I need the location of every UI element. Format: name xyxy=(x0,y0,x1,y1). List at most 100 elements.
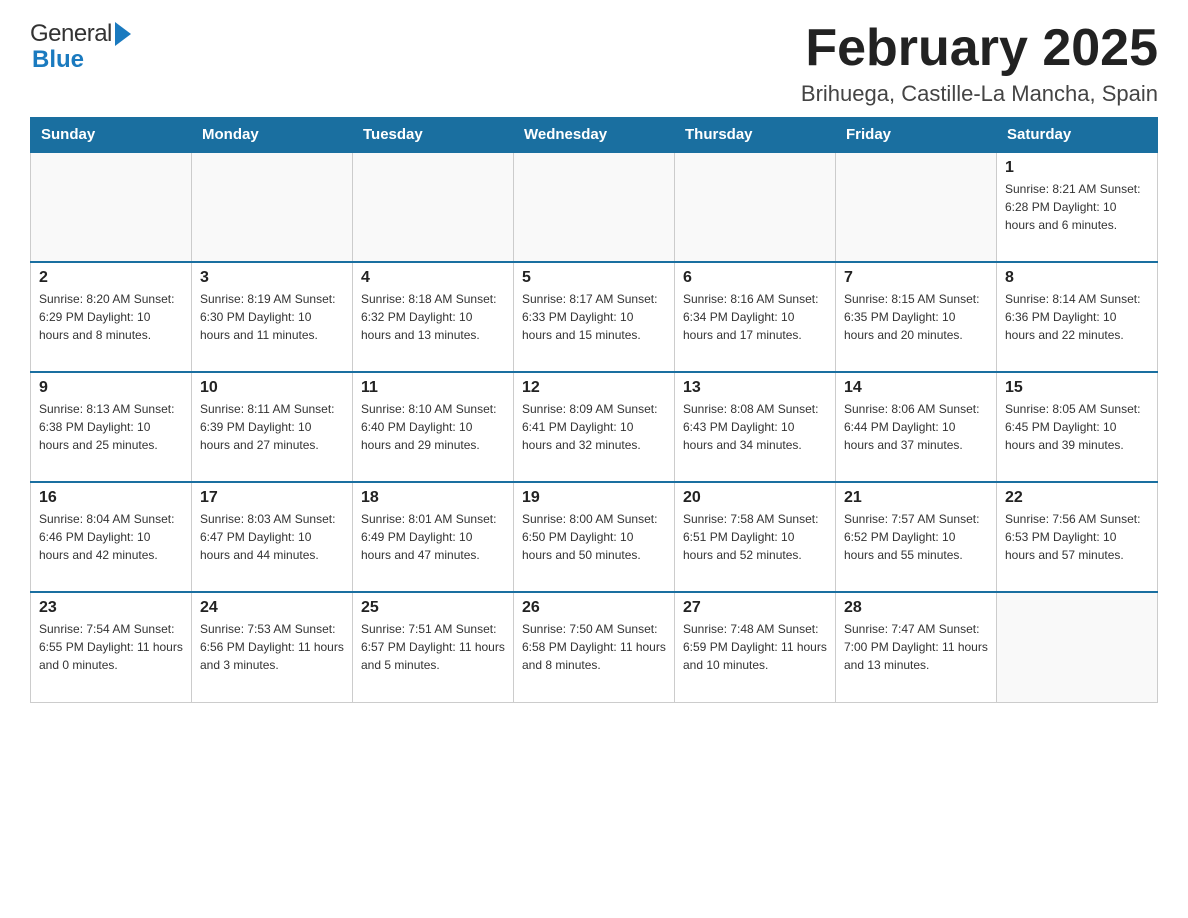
day-number: 2 xyxy=(39,269,183,287)
calendar-cell: 21Sunrise: 7:57 AM Sunset: 6:52 PM Dayli… xyxy=(836,482,997,592)
day-info: Sunrise: 8:16 AM Sunset: 6:34 PM Dayligh… xyxy=(683,290,827,344)
day-number: 15 xyxy=(1005,379,1149,397)
calendar-header-sunday: Sunday xyxy=(31,118,192,153)
day-number: 7 xyxy=(844,269,988,287)
day-info: Sunrise: 8:18 AM Sunset: 6:32 PM Dayligh… xyxy=(361,290,505,344)
calendar-cell xyxy=(836,152,997,262)
calendar-cell: 8 Sunrise: 8:14 AM Sunset: 6:36 PM Daylig… xyxy=(997,262,1158,372)
day-info: Sunrise: 8:05 AM Sunset: 6:45 PM Dayligh… xyxy=(1005,400,1149,454)
calendar-cell xyxy=(514,152,675,262)
day-number: 28 xyxy=(844,599,988,617)
calendar-cell: 20Sunrise: 7:58 AM Sunset: 6:51 PM Dayli… xyxy=(675,482,836,592)
day-number: 14 xyxy=(844,379,988,397)
day-number: 17 xyxy=(200,489,344,507)
calendar-cell: 2 Sunrise: 8:20 AM Sunset: 6:29 PM Daylig… xyxy=(31,262,192,372)
calendar-cell: 4 Sunrise: 8:18 AM Sunset: 6:32 PM Daylig… xyxy=(353,262,514,372)
day-info: Sunrise: 7:58 AM Sunset: 6:51 PM Dayligh… xyxy=(683,510,827,564)
day-info: Sunrise: 7:50 AM Sunset: 6:58 PM Dayligh… xyxy=(522,620,666,674)
title-block: February 2025 Brihuega, Castille-La Manc… xyxy=(801,20,1158,107)
calendar-cell: 12Sunrise: 8:09 AM Sunset: 6:41 PM Dayli… xyxy=(514,372,675,482)
calendar-cell: 13Sunrise: 8:08 AM Sunset: 6:43 PM Dayli… xyxy=(675,372,836,482)
day-info: Sunrise: 7:53 AM Sunset: 6:56 PM Dayligh… xyxy=(200,620,344,674)
day-number: 21 xyxy=(844,489,988,507)
day-number: 4 xyxy=(361,269,505,287)
calendar-cell: 1 Sunrise: 8:21 AM Sunset: 6:28 PM Daylig… xyxy=(997,152,1158,262)
day-info: Sunrise: 7:48 AM Sunset: 6:59 PM Dayligh… xyxy=(683,620,827,674)
calendar-cell xyxy=(997,592,1158,702)
day-number: 5 xyxy=(522,269,666,287)
calendar-week-row: 1 Sunrise: 8:21 AM Sunset: 6:28 PM Daylig… xyxy=(31,152,1158,262)
calendar-cell: 27 Sunrise: 7:48 AM Sunset: 6:59 PM Dayli… xyxy=(675,592,836,702)
logo-arrow-icon xyxy=(115,22,131,46)
location-subtitle: Brihuega, Castille-La Mancha, Spain xyxy=(801,81,1158,107)
calendar-cell xyxy=(353,152,514,262)
day-number: 25 xyxy=(361,599,505,617)
calendar-week-row: 9 Sunrise: 8:13 AM Sunset: 6:38 PM Daylig… xyxy=(31,372,1158,482)
calendar-cell: 16 Sunrise: 8:04 AM Sunset: 6:46 PM Dayli… xyxy=(31,482,192,592)
calendar-cell xyxy=(192,152,353,262)
day-number: 19 xyxy=(522,489,666,507)
day-info: Sunrise: 8:20 AM Sunset: 6:29 PM Dayligh… xyxy=(39,290,183,344)
calendar-week-row: 23 Sunrise: 7:54 AM Sunset: 6:55 PM Dayli… xyxy=(31,592,1158,702)
logo: General Blue xyxy=(30,20,131,74)
calendar-header-monday: Monday xyxy=(192,118,353,153)
calendar-cell: 15 Sunrise: 8:05 AM Sunset: 6:45 PM Dayli… xyxy=(997,372,1158,482)
calendar-cell: 7 Sunrise: 8:15 AM Sunset: 6:35 PM Daylig… xyxy=(836,262,997,372)
day-number: 27 xyxy=(683,599,827,617)
day-number: 22 xyxy=(1005,489,1149,507)
day-info: Sunrise: 8:06 AM Sunset: 6:44 PM Dayligh… xyxy=(844,400,988,454)
day-info: Sunrise: 7:54 AM Sunset: 6:55 PM Dayligh… xyxy=(39,620,183,674)
calendar-cell: 5Sunrise: 8:17 AM Sunset: 6:33 PM Daylig… xyxy=(514,262,675,372)
day-number: 10 xyxy=(200,379,344,397)
calendar-cell: 14 Sunrise: 8:06 AM Sunset: 6:44 PM Dayli… xyxy=(836,372,997,482)
calendar-cell: 18Sunrise: 8:01 AM Sunset: 6:49 PM Dayli… xyxy=(353,482,514,592)
day-number: 23 xyxy=(39,599,183,617)
day-info: Sunrise: 8:11 AM Sunset: 6:39 PM Dayligh… xyxy=(200,400,344,454)
page-header: General Blue February 2025 Brihuega, Cas… xyxy=(30,20,1158,107)
calendar-cell xyxy=(675,152,836,262)
calendar-week-row: 2 Sunrise: 8:20 AM Sunset: 6:29 PM Daylig… xyxy=(31,262,1158,372)
day-number: 8 xyxy=(1005,269,1149,287)
day-info: Sunrise: 8:21 AM Sunset: 6:28 PM Dayligh… xyxy=(1005,180,1149,234)
day-number: 11 xyxy=(361,379,505,397)
calendar-cell: 28 Sunrise: 7:47 AM Sunset: 7:00 PM Dayli… xyxy=(836,592,997,702)
calendar-header-wednesday: Wednesday xyxy=(514,118,675,153)
calendar-header-friday: Friday xyxy=(836,118,997,153)
day-info: Sunrise: 8:00 AM Sunset: 6:50 PM Dayligh… xyxy=(522,510,666,564)
day-info: Sunrise: 8:03 AM Sunset: 6:47 PM Dayligh… xyxy=(200,510,344,564)
day-info: Sunrise: 7:56 AM Sunset: 6:53 PM Dayligh… xyxy=(1005,510,1149,564)
day-number: 13 xyxy=(683,379,827,397)
day-number: 6 xyxy=(683,269,827,287)
calendar-header-thursday: Thursday xyxy=(675,118,836,153)
day-info: Sunrise: 8:04 AM Sunset: 6:46 PM Dayligh… xyxy=(39,510,183,564)
day-number: 12 xyxy=(522,379,666,397)
calendar-cell: 24Sunrise: 7:53 AM Sunset: 6:56 PM Dayli… xyxy=(192,592,353,702)
calendar-cell: 10 Sunrise: 8:11 AM Sunset: 6:39 PM Dayli… xyxy=(192,372,353,482)
calendar-cell: 9 Sunrise: 8:13 AM Sunset: 6:38 PM Daylig… xyxy=(31,372,192,482)
logo-general-text: General xyxy=(30,20,112,48)
day-info: Sunrise: 7:47 AM Sunset: 7:00 PM Dayligh… xyxy=(844,620,988,674)
calendar-cell: 11 Sunrise: 8:10 AM Sunset: 6:40 PM Dayli… xyxy=(353,372,514,482)
calendar-cell: 23 Sunrise: 7:54 AM Sunset: 6:55 PM Dayli… xyxy=(31,592,192,702)
calendar-cell: 3 Sunrise: 8:19 AM Sunset: 6:30 PM Daylig… xyxy=(192,262,353,372)
day-number: 16 xyxy=(39,489,183,507)
day-info: Sunrise: 8:01 AM Sunset: 6:49 PM Dayligh… xyxy=(361,510,505,564)
day-info: Sunrise: 8:19 AM Sunset: 6:30 PM Dayligh… xyxy=(200,290,344,344)
calendar-header-saturday: Saturday xyxy=(997,118,1158,153)
day-info: Sunrise: 8:14 AM Sunset: 6:36 PM Dayligh… xyxy=(1005,290,1149,344)
calendar-header-tuesday: Tuesday xyxy=(353,118,514,153)
day-info: Sunrise: 8:13 AM Sunset: 6:38 PM Dayligh… xyxy=(39,400,183,454)
month-title: February 2025 xyxy=(801,20,1158,77)
calendar-week-row: 16 Sunrise: 8:04 AM Sunset: 6:46 PM Dayli… xyxy=(31,482,1158,592)
day-number: 9 xyxy=(39,379,183,397)
calendar-cell: 22 Sunrise: 7:56 AM Sunset: 6:53 PM Dayli… xyxy=(997,482,1158,592)
day-info: Sunrise: 7:51 AM Sunset: 6:57 PM Dayligh… xyxy=(361,620,505,674)
calendar-cell xyxy=(31,152,192,262)
day-info: Sunrise: 8:15 AM Sunset: 6:35 PM Dayligh… xyxy=(844,290,988,344)
day-number: 26 xyxy=(522,599,666,617)
day-number: 1 xyxy=(1005,159,1149,177)
day-number: 3 xyxy=(200,269,344,287)
calendar-cell: 19 Sunrise: 8:00 AM Sunset: 6:50 PM Dayli… xyxy=(514,482,675,592)
calendar-header-row: SundayMondayTuesdayWednesdayThursdayFrid… xyxy=(31,118,1158,153)
day-info: Sunrise: 8:10 AM Sunset: 6:40 PM Dayligh… xyxy=(361,400,505,454)
